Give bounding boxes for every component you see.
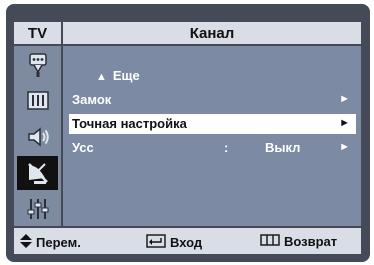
- sound-icon[interactable]: [17, 120, 58, 154]
- footer-return: Возврат: [260, 234, 337, 249]
- menu-item-lock[interactable]: Замок ►: [69, 90, 356, 110]
- footer-bar: Перем. Вход Возврат: [14, 228, 361, 254]
- tv-label: TV: [14, 22, 61, 44]
- right-arrow-icon: ►: [339, 141, 350, 153]
- menu-item-fine-tune[interactable]: Точная настройка ►: [69, 114, 356, 134]
- right-arrow-icon: ►: [339, 93, 350, 105]
- picture-icon[interactable]: [17, 84, 58, 118]
- up-down-icon: [20, 234, 32, 251]
- more-up-item[interactable]: ▲ Еще: [96, 68, 140, 83]
- antenna-icon[interactable]: [17, 48, 58, 82]
- ucc-value: Выкл: [265, 140, 301, 155]
- sidebar: [14, 46, 61, 226]
- channel-icon[interactable]: [17, 156, 58, 190]
- menu-item-ucc[interactable]: Усс : Выкл ►: [69, 138, 356, 158]
- footer-enter: Вход: [146, 234, 202, 251]
- menu-panel: ▲ Еще Замок ► Точная настройка ► Усс : Вы…: [63, 46, 361, 226]
- right-arrow-icon: ►: [339, 117, 350, 129]
- menu-icon: [260, 234, 280, 249]
- up-triangle-icon: ▲: [96, 71, 107, 83]
- menu-title: Канал: [63, 22, 361, 44]
- footer-move: Перем.: [20, 234, 81, 251]
- enter-icon: [146, 234, 166, 251]
- setup-icon[interactable]: [17, 192, 58, 226]
